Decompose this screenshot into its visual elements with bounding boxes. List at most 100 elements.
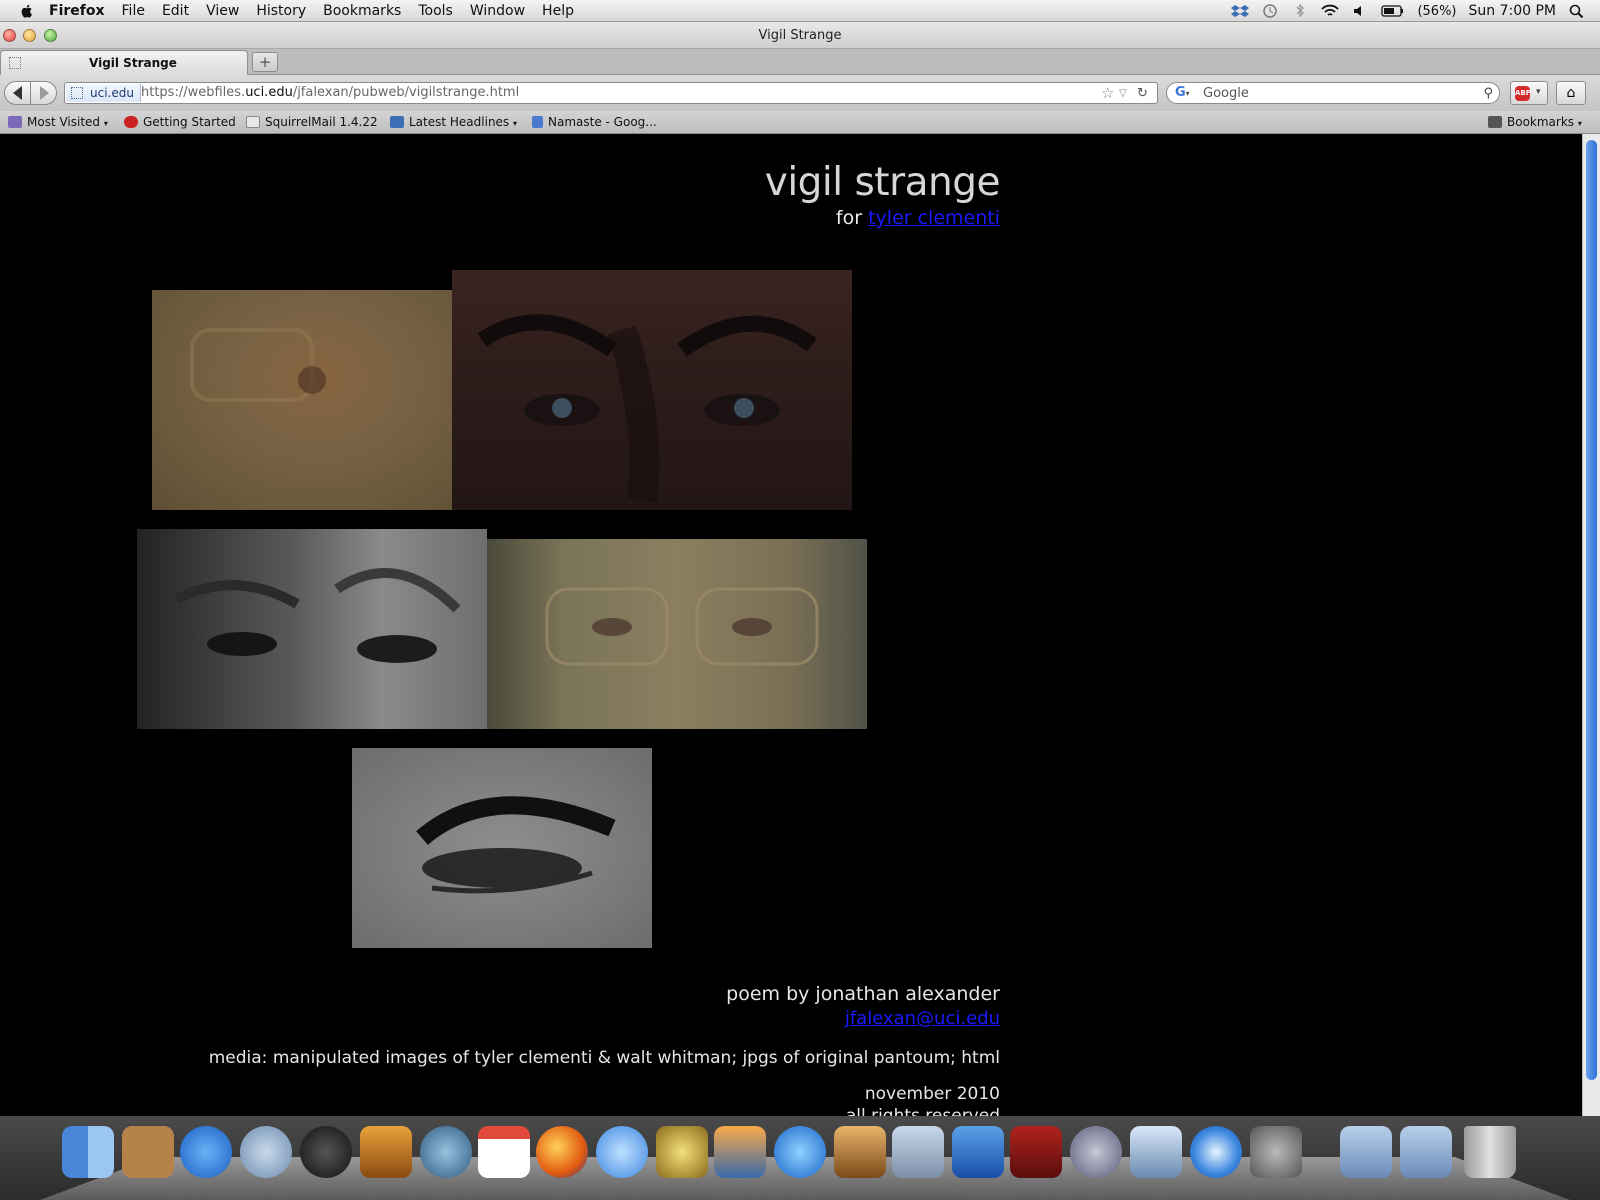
itunes-icon[interactable] [774,1126,826,1178]
bookmark-latest-headlines[interactable]: Latest Headlines ▾ [390,115,517,129]
eye-photo-icon [416,796,616,894]
window-title-bar: Vigil Strange [0,22,1600,49]
back-button[interactable] [4,81,31,105]
url-prefix: https://webfiles. [141,85,246,100]
eyes-image-1 [152,290,452,510]
image-capture-icon[interactable] [1130,1126,1182,1178]
page-content: vigil strange for tyler clementi poem by… [0,134,1582,1116]
home-icon: ⌂ [1566,85,1576,101]
url-domain: uci.edu [245,85,293,100]
bookmarks-menu-label: Bookmarks [1507,115,1575,129]
menu-tools[interactable]: Tools [418,3,453,19]
photo-booth-icon[interactable] [1010,1126,1062,1178]
safari-icon[interactable] [1190,1126,1242,1178]
search-input[interactable]: Google [1203,86,1249,101]
finder-icon[interactable] [62,1126,114,1178]
menu-bookmarks[interactable]: Bookmarks [323,3,401,19]
documents-folder-icon[interactable] [1400,1126,1452,1178]
tyler-clementi-link[interactable]: tyler clementi [868,207,1000,229]
mac-dock [0,1116,1600,1200]
scrollbar-thumb[interactable] [1586,140,1597,1080]
iphoto-icon[interactable] [714,1126,766,1178]
menu-edit[interactable]: Edit [162,3,189,19]
dashboard-icon[interactable] [300,1126,352,1178]
garageband-icon[interactable] [360,1126,412,1178]
menu-window[interactable]: Window [470,3,525,19]
battery-icon[interactable] [1381,4,1405,18]
eyes-photo-icon [477,314,817,503]
bluetooth-icon[interactable] [1291,4,1309,18]
menu-view[interactable]: View [206,3,239,19]
adblock-plus-button[interactable]: ABP ▾ [1510,81,1548,105]
dropbox-icon[interactable] [1231,4,1250,18]
bookmarks-star-icon [1488,116,1502,128]
vertical-scrollbar[interactable] [1582,134,1600,1116]
chevron-down-icon: ▾ [1577,119,1582,128]
bookmark-star-icon[interactable]: ☆ [1101,84,1114,102]
bookmark-namaste[interactable]: Namaste - Goog... [532,115,657,129]
menu-firefox[interactable]: Firefox [49,3,105,19]
bookmark-squirrelmail[interactable]: SquirrelMail 1.4.22 [246,115,378,129]
firefox-icon[interactable] [536,1126,588,1178]
time-machine-icon[interactable] [420,1126,472,1178]
app-store-icon[interactable] [180,1126,232,1178]
publication-date: november 2010 [864,1084,1000,1104]
numbers-icon[interactable] [952,1126,1004,1178]
ical-icon[interactable] [478,1126,530,1178]
mail-icon[interactable] [240,1126,292,1178]
url-dropdown-icon[interactable]: ▽ [1119,88,1127,99]
apple-icon[interactable] [19,3,35,19]
chevron-down-icon: ▾ [103,119,108,128]
url-bar[interactable]: uci.edu https://webfiles.uci.edu/jfalexa… [64,82,1158,104]
forward-button[interactable] [30,81,57,105]
url-suffix: /jfalexan/pubweb/vigilstrange.html [292,85,520,100]
tab-vigil-strange[interactable]: Vigil Strange [0,50,248,75]
site-identity-button[interactable]: uci.edu [66,84,141,102]
rights-line-cut: all rights reserved [845,1106,1000,1116]
search-magnifier-icon[interactable]: ⚲ [1483,86,1493,101]
page-favicon-icon [9,57,21,69]
spotlight-search-icon[interactable] [1568,4,1586,18]
eyes-image-4 [487,539,867,729]
address-book-icon[interactable] [122,1126,174,1178]
system-preferences-icon[interactable] [1250,1126,1302,1178]
chevron-down-icon: ▾ [1536,87,1541,97]
eyes-image-2 [452,270,852,510]
new-tab-button[interactable]: + [252,52,278,72]
keynote-icon[interactable] [834,1126,886,1178]
rss-feed-icon [390,116,404,128]
glasses-photo-icon [190,328,326,402]
battery-percent: (56%) [1417,3,1457,19]
bookmark-most-visited[interactable]: Most Visited ▾ [8,115,108,129]
site-identity-icon [71,87,83,99]
menubar-clock[interactable]: Sun 7:00 PM [1469,3,1557,19]
trash-icon[interactable] [1464,1126,1516,1178]
url-text[interactable]: https://webfiles.uci.edu/jfalexan/pubweb… [141,85,519,100]
reload-icon[interactable]: ↻ [1137,86,1148,101]
search-bar[interactable]: G▾ Google ⚲ [1166,82,1500,104]
wifi-icon[interactable] [1321,4,1340,18]
preview-stamp-icon[interactable] [892,1126,944,1178]
google-engine-icon[interactable]: G▾ [1175,85,1190,100]
media-description: media: manipulated images of tyler cleme… [208,1048,1000,1068]
menu-file[interactable]: File [122,3,145,19]
menu-history[interactable]: History [256,3,306,19]
volume-icon[interactable] [1351,4,1369,18]
squirrelmail-icon [246,116,260,128]
bookmark-getting-started[interactable]: Getting Started [124,115,236,129]
bookmarks-menu-button[interactable]: Bookmarks ▾ [1488,115,1582,129]
bookmark-label: SquirrelMail 1.4.22 [265,115,378,129]
time-machine-icon[interactable] [1261,4,1279,18]
byline: poem by jonathan alexander [726,983,1000,1005]
menu-help[interactable]: Help [542,3,574,19]
applications-folder-icon[interactable] [1340,1126,1392,1178]
email-link[interactable]: jfalexan@uci.edu [845,1008,1000,1029]
eyes-image-3 [137,529,487,729]
adblock-plus-icon: ABP [1515,86,1531,101]
ichat-icon[interactable] [596,1126,648,1178]
smart-folder-icon [8,116,22,128]
script-editor-icon[interactable] [1070,1126,1122,1178]
home-button[interactable]: ⌂ [1556,81,1586,105]
imovie-icon[interactable] [656,1126,708,1178]
email-line: jfalexan@uci.edu [845,1008,1000,1029]
